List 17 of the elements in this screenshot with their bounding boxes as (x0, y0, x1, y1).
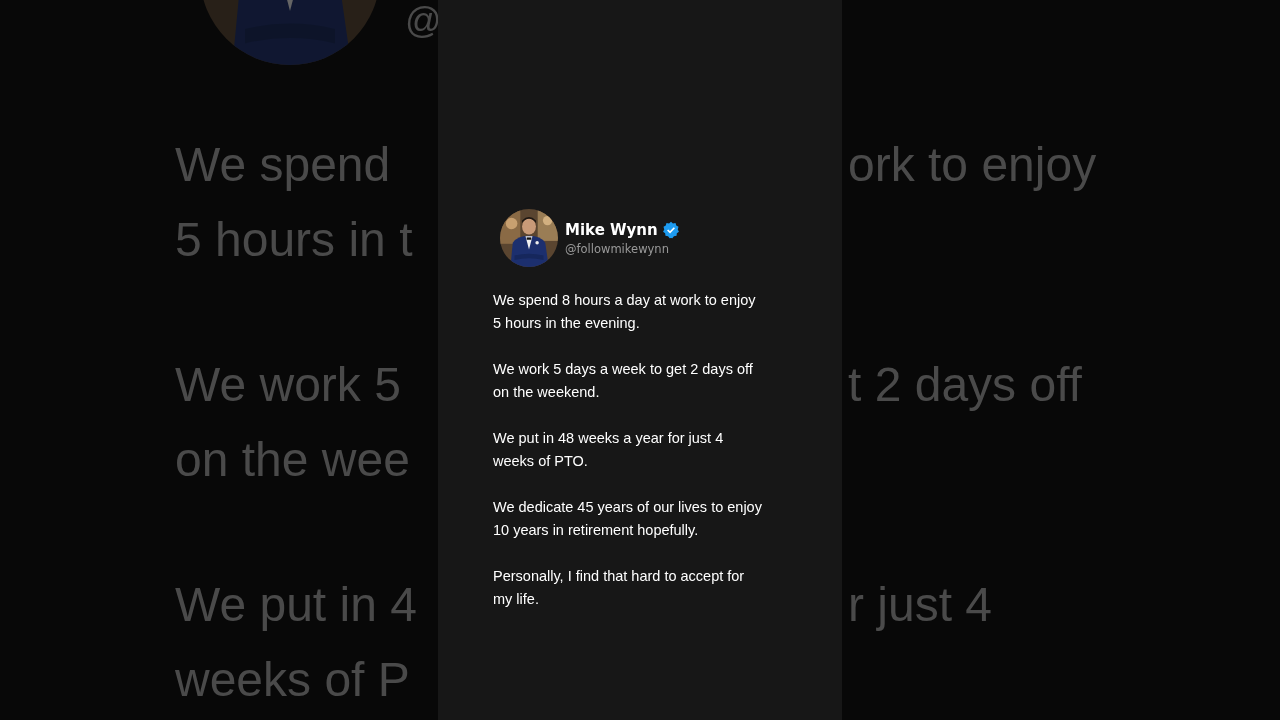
tweet-paragraph: We dedicate 45 years of our lives to enjoy 10 years in retirement hopefully. (493, 498, 763, 540)
blurred-text: t 2 days off (848, 357, 1083, 413)
blurred-text: on the wee (175, 432, 411, 488)
tweet-paragraph: We put in 48 weeks a year for just 4 weeks of PTO. (493, 429, 725, 471)
blurred-text: weeks of P (175, 652, 411, 708)
tweet-paragraph: We spend 8 hours a day at work to enjoy 5 hours in the evening. (493, 291, 757, 333)
blurred-text: r just 4 (848, 577, 994, 633)
tweet-paragraph: We work 5 days a week to get 2 days off on the weekend. (493, 360, 754, 402)
blurred-text: ork to enjoy (848, 137, 1098, 193)
blurred-text: We work 5 (175, 357, 402, 413)
tweet-paragraph: Personally, I find that hard to accept for my life. (493, 567, 746, 609)
blurred-text: We spend (175, 137, 392, 193)
author-handle: @followmikewynn (565, 241, 670, 256)
blurred-text: We put in 4 (175, 577, 418, 633)
handle-text: @ (405, 0, 438, 42)
author-name: Mike Wynn (565, 220, 658, 239)
blurred-text: 5 hours in t (175, 212, 414, 268)
